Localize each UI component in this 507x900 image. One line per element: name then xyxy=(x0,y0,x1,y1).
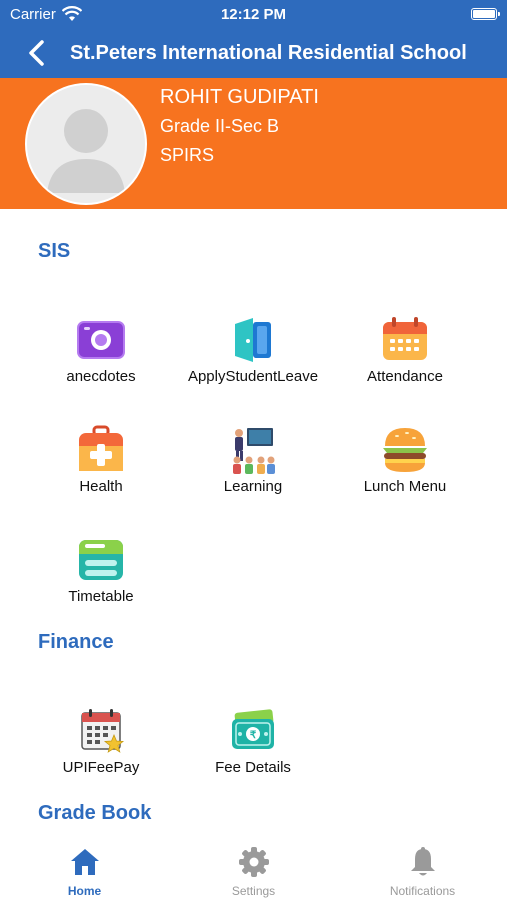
bell-icon xyxy=(407,846,439,878)
student-school: SPIRS xyxy=(160,145,215,165)
svg-text:₹: ₹ xyxy=(250,730,257,741)
burger-icon xyxy=(379,424,431,476)
student-grade: Grade II-Sec B xyxy=(160,116,280,136)
tile-lunch-menu[interactable]: Lunch Menu xyxy=(325,424,485,524)
money-icon: ₹ xyxy=(227,705,279,757)
tile-label: ApplyStudentLeave xyxy=(187,368,319,385)
tile-label: Timetable xyxy=(68,588,134,605)
chevron-left-icon xyxy=(29,40,44,66)
tile-attendance[interactable]: Attendance xyxy=(325,314,485,414)
tile-label: anecdotes xyxy=(66,368,136,385)
tile-label: Attendance xyxy=(367,368,443,385)
status-bar: Carrier 12:12 PM xyxy=(0,0,507,30)
profile-header: ROHIT GUDIPATI Grade II-Sec B SPIRS xyxy=(0,78,507,209)
section-title-sis: SIS xyxy=(38,240,71,262)
classroom-icon xyxy=(227,424,279,476)
tile-apply-student-leave[interactable]: ApplyStudentLeave xyxy=(173,314,333,414)
tile-label: Learning xyxy=(223,478,283,495)
tab-bar: Home Settings Notifications xyxy=(0,836,507,900)
tile-learning[interactable]: Learning xyxy=(173,424,333,524)
tile-label: Lunch Menu xyxy=(363,478,447,495)
tile-fee-details[interactable]: ₹ Fee Details xyxy=(173,705,333,805)
tab-label: Settings xyxy=(231,884,276,898)
tab-notifications[interactable]: Notifications xyxy=(338,836,507,900)
tile-timetable[interactable]: Timetable xyxy=(21,534,181,634)
door-exit-icon xyxy=(227,314,279,366)
person-placeholder-icon xyxy=(27,85,145,203)
home-icon xyxy=(69,846,101,878)
student-name: ROHIT GUDIPATI xyxy=(160,86,319,108)
tab-label: Notifications xyxy=(389,884,456,898)
page-title: St.Peters International Residential Scho… xyxy=(70,42,467,64)
tile-label: UPIFeePay xyxy=(62,759,140,776)
first-aid-kit-icon xyxy=(75,424,127,476)
back-button[interactable] xyxy=(22,38,52,68)
tile-upi-fee-pay[interactable]: UPIFeePay xyxy=(21,705,181,805)
tile-label: Fee Details xyxy=(215,759,291,776)
battery-icon xyxy=(471,8,500,20)
nav-bar: St.Peters International Residential Scho… xyxy=(0,30,507,78)
tab-settings[interactable]: Settings xyxy=(169,836,338,900)
status-time: 12:12 PM xyxy=(220,6,287,23)
section-title-finance: Finance xyxy=(38,631,114,653)
timetable-icon xyxy=(75,534,127,586)
tile-anecdotes[interactable]: anecdotes xyxy=(21,314,181,414)
tab-label: Home xyxy=(67,884,102,898)
tile-label: Health xyxy=(79,478,123,495)
gear-icon xyxy=(238,846,270,878)
camera-icon xyxy=(75,314,127,366)
calendar-icon xyxy=(379,314,431,366)
avatar xyxy=(25,83,147,205)
section-title-gradebook: Grade Book xyxy=(38,802,152,824)
tile-health[interactable]: Health xyxy=(21,424,181,524)
calendar-pay-icon xyxy=(75,705,127,757)
tab-home[interactable]: Home xyxy=(0,836,169,900)
